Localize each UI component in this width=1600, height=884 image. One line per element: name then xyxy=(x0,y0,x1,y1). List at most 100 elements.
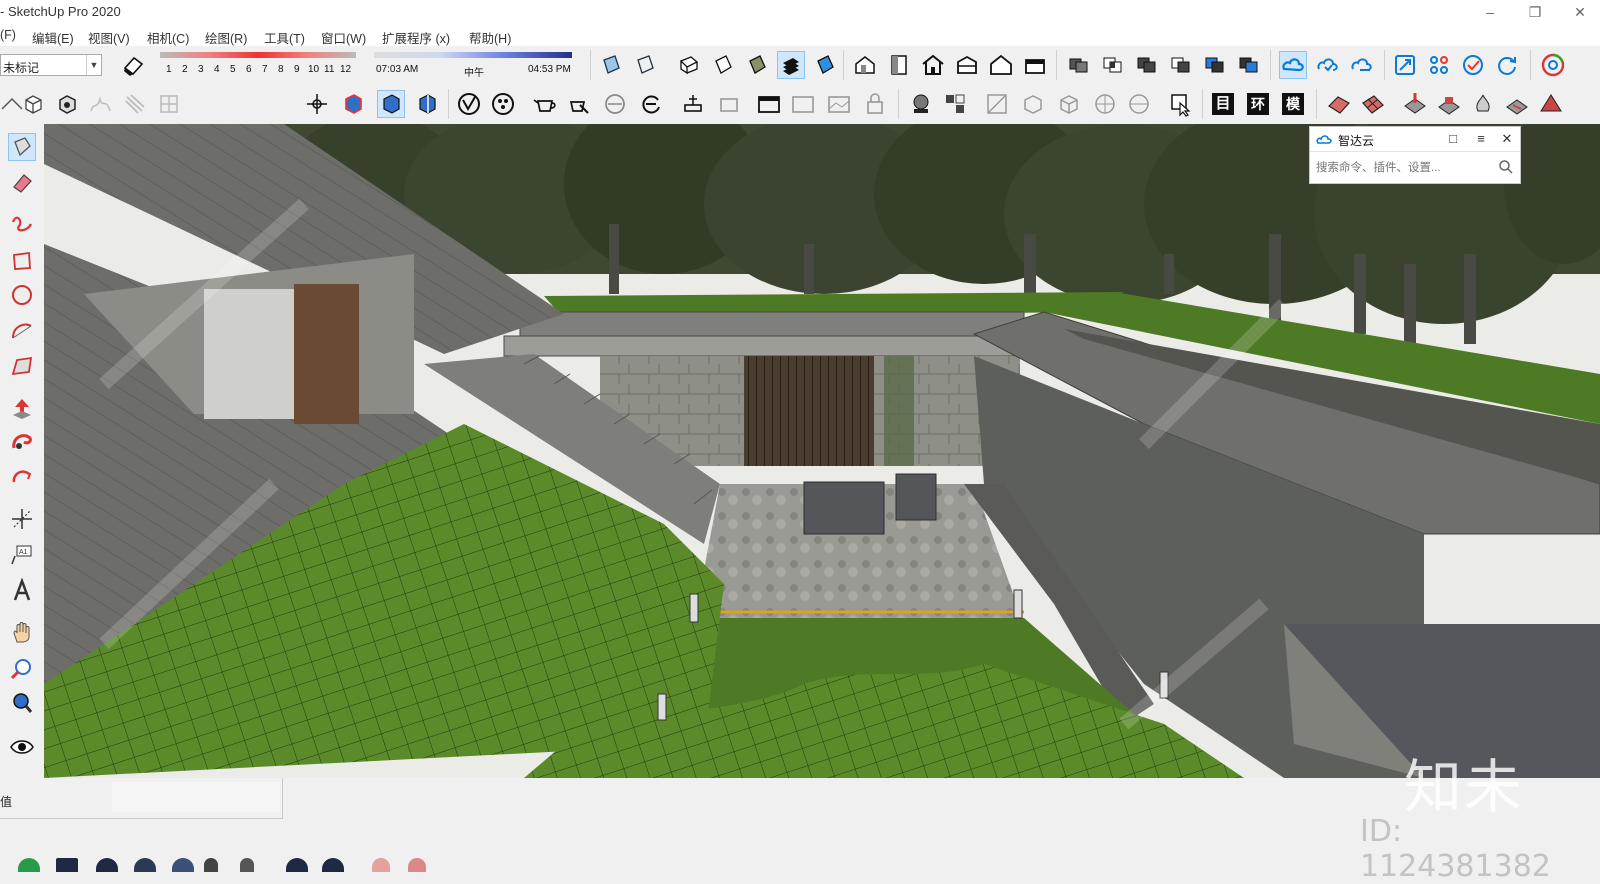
proxy-icon[interactable] xyxy=(942,91,968,117)
rectangle-tool-icon[interactable] xyxy=(9,248,35,274)
menu-draw[interactable]: 绘图(R) xyxy=(205,28,247,47)
search-icon[interactable] xyxy=(1498,159,1514,175)
taskbar-icon[interactable] xyxy=(56,858,78,872)
3d-text-tool-icon[interactable] xyxy=(9,578,35,604)
union-icon[interactable] xyxy=(1134,52,1160,78)
back-view-icon[interactable] xyxy=(988,52,1014,78)
sphere-grid-icon[interactable] xyxy=(1092,91,1118,117)
stamp-terrain-icon[interactable] xyxy=(1436,91,1462,117)
lock-icon[interactable] xyxy=(862,91,888,117)
model-viewport[interactable] xyxy=(44,124,1600,778)
environment-button[interactable]: 环 xyxy=(1247,93,1269,115)
taskbar-icon[interactable] xyxy=(408,858,426,872)
add-detail-terrain-icon[interactable] xyxy=(1504,91,1530,117)
dome-icon[interactable] xyxy=(1126,91,1152,117)
menu-tools[interactable]: 工具(T) xyxy=(264,28,305,47)
flip-edge-icon[interactable] xyxy=(1538,91,1564,117)
command-search-input[interactable] xyxy=(1314,155,1520,181)
pan-tool-icon[interactable] xyxy=(9,620,35,646)
eraser-tag-icon[interactable] xyxy=(120,52,146,78)
chrome-logo-icon[interactable] xyxy=(1540,52,1566,78)
shaded-style-icon[interactable] xyxy=(710,52,736,78)
freehand-tool-icon[interactable] xyxy=(9,210,35,236)
top-view-icon[interactable] xyxy=(886,52,912,78)
taskbar-icon[interactable] xyxy=(372,858,390,872)
front-view-icon[interactable] xyxy=(920,52,946,78)
scene-manager-icon[interactable] xyxy=(756,91,782,117)
tag-selector[interactable]: 未标记 ▼ xyxy=(0,54,102,76)
menu-file[interactable]: (F) xyxy=(0,28,16,42)
drape-terrain-icon[interactable] xyxy=(1470,91,1496,117)
hidden-line-style-icon[interactable] xyxy=(676,52,702,78)
close-icon[interactable]: ✕ xyxy=(1570,2,1590,22)
zoom-tool-icon[interactable] xyxy=(9,656,35,682)
restore-icon[interactable]: □ xyxy=(1444,130,1462,148)
iso-view-icon[interactable] xyxy=(852,52,878,78)
batch-render-icon[interactable] xyxy=(716,91,742,117)
model-button[interactable]: 模 xyxy=(1282,93,1304,115)
mesh-light-icon[interactable] xyxy=(1020,91,1046,117)
catalog-button[interactable]: 目 xyxy=(1212,93,1234,115)
frame-buffer-icon[interactable] xyxy=(680,91,706,117)
xray-style-icon[interactable] xyxy=(598,52,624,78)
clipper-icon[interactable] xyxy=(1056,91,1082,117)
xray-toggle-icon[interactable] xyxy=(812,52,838,78)
infinite-plane-icon[interactable] xyxy=(826,91,852,117)
fur-icon[interactable] xyxy=(984,91,1010,117)
menu-window[interactable]: 窗口(W) xyxy=(321,28,366,47)
shadow-time-slider[interactable]: 07:03 AM 中午 04:53 PM xyxy=(374,52,572,79)
vray-render-icon[interactable] xyxy=(456,91,482,117)
close-icon[interactable]: ✕ xyxy=(1498,130,1516,148)
outer-shell-icon[interactable] xyxy=(1066,52,1092,78)
zhidayun-cloud-icon[interactable] xyxy=(1279,51,1307,79)
smoove-terrain-icon[interactable] xyxy=(1402,91,1428,117)
taskbar-icon[interactable] xyxy=(204,858,218,872)
light-gen-icon[interactable] xyxy=(790,91,816,117)
menu-edit[interactable]: 编辑(E) xyxy=(32,28,74,47)
polygon-tool-icon[interactable] xyxy=(9,354,35,380)
refresh-icon[interactable] xyxy=(1494,52,1520,78)
dimension-tool-icon[interactable]: A1 xyxy=(9,542,35,568)
add-detail-icon[interactable] xyxy=(156,91,182,117)
wireframe-style-icon[interactable] xyxy=(632,52,658,78)
intersect-icon[interactable] xyxy=(1100,52,1126,78)
vray-material-icon[interactable] xyxy=(490,91,516,117)
subtract-icon[interactable] xyxy=(1168,52,1194,78)
trim-icon[interactable] xyxy=(1202,52,1228,78)
shadow-month-slider[interactable]: 1 2 3 4 5 6 7 8 9 10 11 12 xyxy=(160,52,360,78)
cloud-download-icon[interactable] xyxy=(1314,52,1340,78)
follow-me-tool-icon[interactable] xyxy=(9,430,35,456)
rotate-tool-icon[interactable] xyxy=(9,466,35,492)
taskbar-icon[interactable] xyxy=(240,858,254,872)
display-section-cuts-icon[interactable] xyxy=(414,91,440,117)
sphere-light-icon[interactable] xyxy=(908,91,934,117)
circle-tool-icon[interactable] xyxy=(9,282,35,308)
section-plane-icon[interactable] xyxy=(340,91,366,117)
select-tool-icon[interactable] xyxy=(8,133,36,161)
check-icon[interactable] xyxy=(1460,52,1486,78)
left-view-icon[interactable] xyxy=(1022,52,1048,78)
cloud-upload-icon[interactable] xyxy=(1348,52,1374,78)
sandbox-from-scratch-icon[interactable] xyxy=(20,91,46,117)
zhidayun-panel[interactable]: 智达云 □ ≡ ✕ xyxy=(1309,126,1521,184)
shaded-textures-style-icon[interactable] xyxy=(744,52,770,78)
render-region-icon[interactable] xyxy=(602,91,628,117)
stamp-icon[interactable] xyxy=(88,91,114,117)
chevron-down-icon[interactable]: ▼ xyxy=(86,55,101,75)
components-icon[interactable] xyxy=(1426,52,1452,78)
pointer-select-icon[interactable] xyxy=(1168,91,1194,117)
drape-icon[interactable] xyxy=(122,91,148,117)
interactive-render-icon[interactable] xyxy=(566,91,592,117)
split-icon[interactable] xyxy=(1236,52,1262,78)
eraser-tool-icon[interactable] xyxy=(9,170,35,196)
fit-window-icon[interactable] xyxy=(1392,52,1418,78)
sandbox-terrain-icon[interactable] xyxy=(1326,91,1352,117)
zoom-extents-tool-icon[interactable] xyxy=(9,690,35,716)
menu-help[interactable]: 帮助(H) xyxy=(469,28,511,47)
push-pull-tool-icon[interactable] xyxy=(9,396,35,422)
render-loop-icon[interactable] xyxy=(638,91,664,117)
menu-camera[interactable]: 相机(C) xyxy=(147,28,189,47)
arc-tool-icon[interactable] xyxy=(9,318,35,344)
axes-tool-icon[interactable] xyxy=(9,506,35,532)
minimize-icon[interactable]: – xyxy=(1480,2,1500,22)
